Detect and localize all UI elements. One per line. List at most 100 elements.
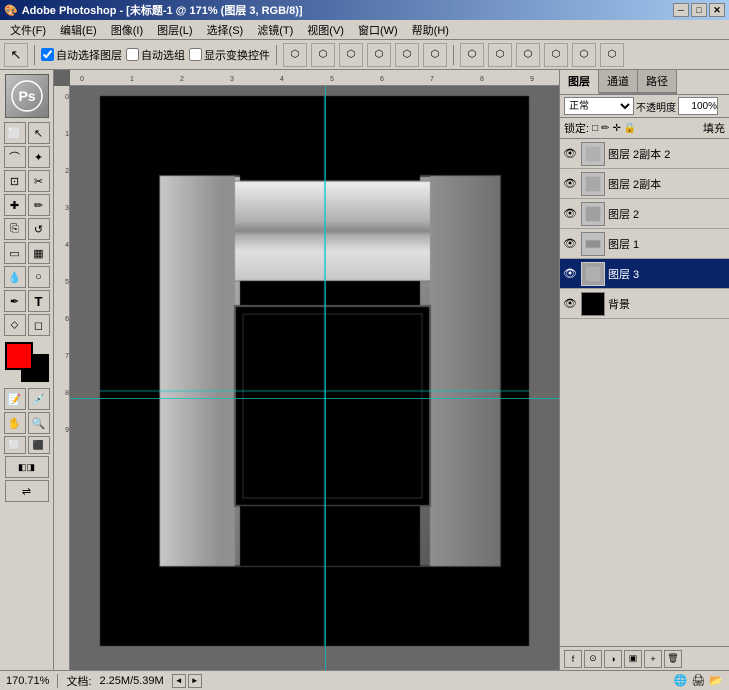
text-tool[interactable]: T (28, 290, 50, 312)
tool-row-11: ✋ 🔍 (4, 412, 50, 434)
eraser-tool[interactable]: ▭ (4, 242, 26, 264)
align-left-button[interactable]: ⬡ (283, 43, 307, 67)
show-transform-checkbox[interactable]: 显示变换控件 (189, 47, 270, 63)
magic-wand-tool[interactable]: ✦ (28, 146, 50, 168)
history-tool[interactable]: ↺ (28, 218, 50, 240)
align-right-button[interactable]: ⬡ (339, 43, 363, 67)
title-text: 🎨 Adobe Photoshop - [未标题-1 @ 171% (图层 3,… (4, 2, 303, 18)
lock-image-icon[interactable]: ✏ (601, 123, 609, 134)
layer-thumb-1 (581, 172, 605, 196)
tool-row-7: 💧 ○ (4, 266, 50, 288)
canvas-area[interactable]: 0 1 2 3 4 5 6 7 8 9 0 1 2 3 4 5 6 7 8 9 (54, 70, 559, 670)
lock-all-icon[interactable]: 🔒 (624, 123, 636, 134)
slice-tool[interactable]: ✂ (28, 170, 50, 192)
maximize-button[interactable]: □ (691, 3, 707, 17)
layer-visibility-2[interactable]: 👁 (562, 206, 578, 222)
full-mode[interactable]: ⬛ (28, 436, 50, 454)
gradient-tool[interactable]: ▦ (28, 242, 50, 264)
menu-window[interactable]: 窗口(W) (352, 20, 404, 40)
quick-mask-btn[interactable]: ◧◨ (5, 456, 49, 478)
layer-visibility-3[interactable]: 👁 (562, 236, 578, 252)
menu-file[interactable]: 文件(F) (4, 20, 52, 40)
group-layers-button[interactable]: ▣ (624, 650, 642, 668)
zoom-tool[interactable]: 🔍 (28, 412, 50, 434)
clone-tool[interactable]: ⎘ (4, 218, 26, 240)
layer-visibility-1[interactable]: 👁 (562, 176, 578, 192)
layer-thumb-2 (581, 202, 605, 226)
menu-help[interactable]: 帮助(H) (406, 20, 455, 40)
pen-tool[interactable]: ✒ (4, 290, 26, 312)
tab-channels[interactable]: 通道 (599, 70, 638, 94)
menu-edit[interactable]: 编辑(E) (54, 20, 103, 40)
layer-item-0[interactable]: 👁 图层 2副本 2 (560, 139, 729, 169)
menu-view[interactable]: 视图(V) (301, 20, 350, 40)
lock-position-icon[interactable]: ✛ (613, 123, 621, 134)
title-bar: 🎨 Adobe Photoshop - [未标题-1 @ 171% (图层 3,… (0, 0, 729, 20)
healing-tool[interactable]: ✚ (4, 194, 26, 216)
lasso-tool[interactable]: ⌒ (4, 146, 26, 168)
layers-list[interactable]: 👁 图层 2副本 2 👁 图层 2副本 (560, 139, 729, 646)
status-nav: ◄ ► (172, 674, 202, 688)
standard-mode[interactable]: ⬜ (4, 436, 26, 454)
ruler-tick: 7 (430, 76, 434, 83)
adjustment-layer-button[interactable]: ◑ (604, 650, 622, 668)
align-middle-button[interactable]: ⬡ (395, 43, 419, 67)
move-tool[interactable]: ↖ (28, 122, 50, 144)
foreground-color-swatch[interactable] (5, 342, 33, 370)
menu-layer[interactable]: 图层(L) (151, 20, 198, 40)
opacity-input[interactable] (678, 97, 718, 115)
move-tool-button[interactable]: ↖ (4, 43, 28, 67)
layer-style-button[interactable]: f (564, 650, 582, 668)
lock-transparent-icon[interactable]: □ (592, 123, 598, 134)
align-top-button[interactable]: ⬡ (367, 43, 391, 67)
new-layer-button[interactable]: + (644, 650, 662, 668)
layer-item-1[interactable]: 👁 图层 2副本 (560, 169, 729, 199)
layer-visibility-4[interactable]: 👁 (562, 266, 578, 282)
color-swatch-area (5, 342, 49, 382)
align-bottom-button[interactable]: ⬡ (423, 43, 447, 67)
align-center-button[interactable]: ⬡ (311, 43, 335, 67)
distribute-4-button[interactable]: ⬡ (544, 43, 568, 67)
auto-select-layer-checkbox[interactable]: 自动选择图层 (41, 47, 122, 63)
layer-visibility-5[interactable]: 👁 (562, 296, 578, 312)
ruler-tick: 4 (280, 76, 284, 83)
dodge-tool[interactable]: ○ (28, 266, 50, 288)
tab-layers[interactable]: 图层 (560, 70, 599, 94)
blur-tool[interactable]: 💧 (4, 266, 26, 288)
menu-image[interactable]: 图像(I) (105, 20, 149, 40)
distribute-2-button[interactable]: ⬡ (488, 43, 512, 67)
app-icon: 🎨 (4, 4, 18, 17)
path-select-tool[interactable]: ⬦ (4, 314, 26, 336)
tab-paths[interactable]: 路径 (638, 70, 677, 94)
notes-tool[interactable]: 📝 (4, 388, 26, 410)
auto-select-group-checkbox[interactable]: 自动选组 (126, 47, 185, 63)
layer-item-5[interactable]: 👁 背景 (560, 289, 729, 319)
jump-to-btn[interactable]: ⇌ (5, 480, 49, 502)
layer-mask-button[interactable]: ⊙ (584, 650, 602, 668)
nav-prev-button[interactable]: ◄ (172, 674, 186, 688)
distribute-6-button[interactable]: ⬡ (600, 43, 624, 67)
distribute-1-button[interactable]: ⬡ (460, 43, 484, 67)
blend-mode-select[interactable]: 正常 (564, 97, 634, 115)
distribute-5-button[interactable]: ⬡ (572, 43, 596, 67)
brush-tool[interactable]: ✏ (28, 194, 50, 216)
eyedropper-tool[interactable]: 💉 (28, 388, 50, 410)
nav-next-button[interactable]: ► (188, 674, 202, 688)
layer-controls: 正常 不透明度 (560, 95, 729, 118)
menu-select[interactable]: 选择(S) (201, 20, 250, 40)
minimize-button[interactable]: ─ (673, 3, 689, 17)
delete-layer-button[interactable]: 🗑 (664, 650, 682, 668)
layer-item-2[interactable]: 👁 图层 2 (560, 199, 729, 229)
crop-tool[interactable]: ⊡ (4, 170, 26, 192)
ruler-left: 0 1 2 3 4 5 6 7 8 9 (54, 86, 70, 670)
hand-tool[interactable]: ✋ (4, 412, 26, 434)
marquee-tool[interactable]: ⬜ (4, 122, 26, 144)
layer-visibility-0[interactable]: 👁 (562, 146, 578, 162)
menu-filter[interactable]: 滤镜(T) (251, 20, 299, 40)
shape-tool[interactable]: ◻ (28, 314, 50, 336)
screen-mode-row: ⬜ ⬛ (4, 436, 50, 454)
close-button[interactable]: ✕ (709, 3, 725, 17)
layer-item-3[interactable]: 👁 图层 1 (560, 229, 729, 259)
layer-item-4[interactable]: 👁 图层 3 (560, 259, 729, 289)
distribute-3-button[interactable]: ⬡ (516, 43, 540, 67)
